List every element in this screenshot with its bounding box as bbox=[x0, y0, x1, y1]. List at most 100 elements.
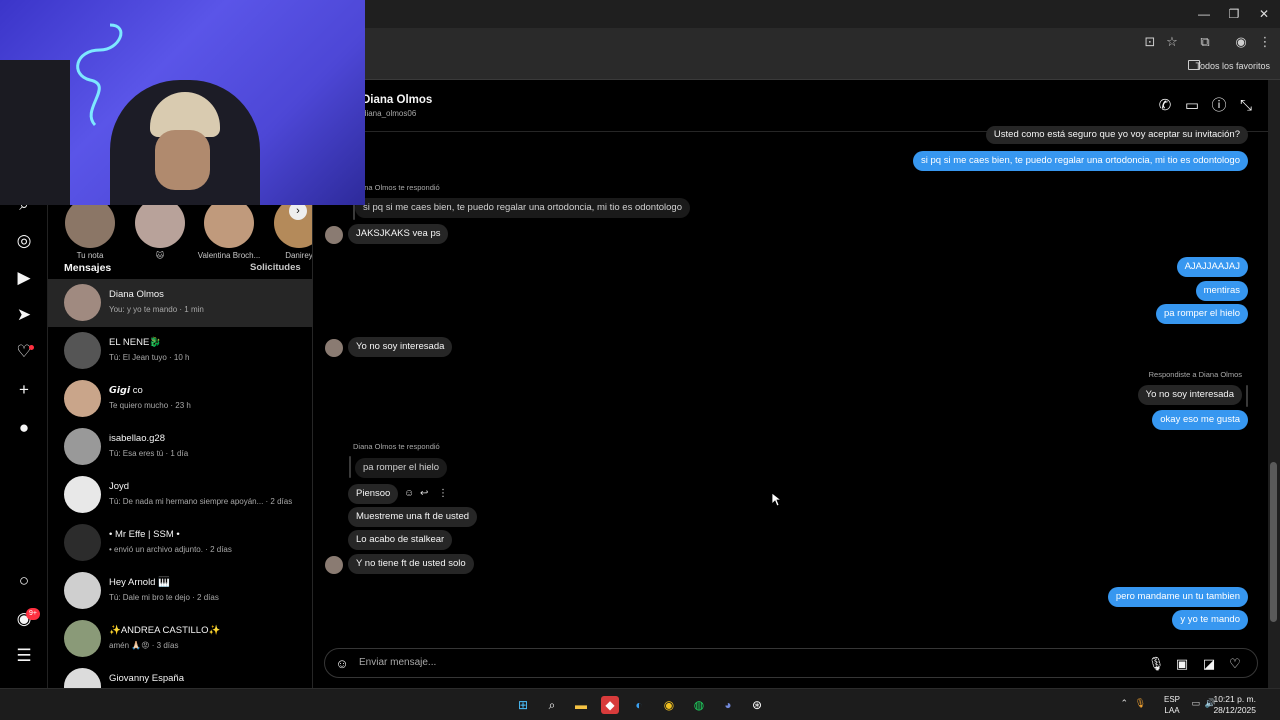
tray-overflow-icon[interactable]: ⌃ bbox=[1120, 698, 1128, 709]
avatar bbox=[64, 572, 101, 609]
menu-hamburger-icon[interactable]: ☰ bbox=[12, 644, 36, 668]
quoted-message[interactable]: pa romper el hielo bbox=[355, 458, 448, 478]
create-icon[interactable]: + bbox=[12, 378, 36, 402]
language-indicator[interactable]: ESP LAA bbox=[1164, 694, 1180, 716]
conversation-item[interactable]: isabellao.g28 Tú: Esa eres tú · 1 día bbox=[48, 423, 312, 471]
all-bookmarks-link[interactable]: Todos los favoritos bbox=[1195, 61, 1270, 71]
system-clock[interactable]: 10:21 p. m. 28/12/2025 bbox=[1213, 694, 1256, 716]
message-input[interactable] bbox=[359, 657, 1059, 668]
spotify-icon[interactable]: ◍ bbox=[690, 696, 708, 714]
conversation-item[interactable]: Joyd Tú: De nada mi hermano siempre apoy… bbox=[48, 471, 312, 519]
app-red-icon[interactable]: ◆ bbox=[601, 696, 619, 714]
windows-taskbar: ⊞ ⌕ ▬ ◆ ◐ ◉ ◍ ◕ ⊛ ⌃ 🎙 ESP LAA ▭ 🔊 10:21 … bbox=[0, 688, 1280, 720]
profile-icon[interactable]: ◉ bbox=[1232, 33, 1250, 51]
more-options-icon[interactable]: ⋮ bbox=[438, 488, 448, 499]
reply-arrow-icon[interactable]: ↩ bbox=[420, 488, 428, 499]
conversation-item[interactable]: Giovanny España bbox=[48, 663, 312, 688]
message-bubble[interactable]: y yo te mando bbox=[1172, 610, 1248, 630]
conversation-name: isabellao.g28 bbox=[109, 433, 165, 444]
message-composer: ☺ 🎙 ▣ ◪ ♡ bbox=[324, 648, 1258, 678]
message-bubble[interactable]: AJAJJAAJAJ bbox=[1176, 257, 1248, 277]
emoji-icon[interactable]: ☺ bbox=[333, 655, 351, 673]
minimize-button[interactable]: — bbox=[1190, 4, 1218, 24]
conversation-item[interactable]: Diana Olmos You: y yo te mando · 1 min bbox=[48, 279, 312, 327]
reels-icon[interactable]: ▶ bbox=[12, 266, 36, 290]
network-icon[interactable]: ▭ bbox=[1191, 698, 1200, 709]
conversation-item[interactable]: • Mr Effe | SSM • • envió un archivo adj… bbox=[48, 519, 312, 567]
edge-icon[interactable]: ◐ bbox=[630, 696, 648, 714]
story-item[interactable]: Valentina Broch... bbox=[194, 198, 264, 260]
conversation-item[interactable]: EL NENE🐉 Tú: El Jean tuyo · 10 h bbox=[48, 327, 312, 375]
message-bubble[interactable]: Lo acabo de stalkear bbox=[348, 530, 453, 550]
message-bubble[interactable]: JAKSJKAKS vea ps bbox=[348, 224, 449, 244]
explore-icon[interactable]: ◎ bbox=[12, 229, 36, 253]
collapse-icon[interactable]: ⤡ bbox=[1237, 97, 1255, 115]
quoted-message[interactable]: si pq si me caes bien, te puedo regalar … bbox=[355, 198, 690, 218]
clock-date: 28/12/2025 bbox=[1213, 705, 1256, 715]
microphone-tray-icon[interactable]: 🎙 bbox=[1135, 698, 1146, 709]
conversation-preview: amén 🙏🏻😡 · 3 días bbox=[109, 641, 179, 650]
phone-icon[interactable]: ✆ bbox=[1156, 97, 1174, 115]
chat-contact-username: diana_olmos06 bbox=[362, 109, 417, 118]
chat-contact-name[interactable]: Diana Olmos bbox=[362, 94, 432, 106]
close-window-button[interactable]: ✕ bbox=[1250, 4, 1278, 24]
windows-start-icon[interactable]: ⊞ bbox=[514, 696, 532, 714]
conversation-preview: You: y yo te mando · 1 min bbox=[109, 305, 204, 314]
story-label: 🐱 bbox=[155, 251, 165, 260]
image-icon[interactable]: ▣ bbox=[1173, 655, 1191, 673]
reply-meta: Diana Olmos te respondió bbox=[353, 442, 440, 451]
browser-menu-icon[interactable]: ⋮ bbox=[1256, 33, 1274, 51]
avatar bbox=[64, 476, 101, 513]
maximize-button[interactable]: ❐ bbox=[1220, 4, 1248, 24]
conversation-preview: Tú: Esa eres tú · 1 día bbox=[109, 449, 189, 458]
avatar bbox=[64, 668, 101, 688]
message-bubble[interactable]: pero mandame un tu tambien bbox=[1107, 587, 1248, 607]
file-explorer-icon[interactable]: ▬ bbox=[572, 696, 590, 714]
microphone-icon[interactable]: 🎙 bbox=[1147, 655, 1165, 673]
quoted-message[interactable]: Yo no soy interesada bbox=[1137, 385, 1242, 405]
requests-link[interactable]: Solicitudes bbox=[250, 262, 301, 273]
conversation-item[interactable]: ✨ANDREA CASTILLO✨ amén 🙏🏻😡 · 3 días bbox=[48, 615, 312, 663]
conversation-name: • Mr Effe | SSM • bbox=[109, 529, 180, 540]
message-bubble[interactable]: Yo no soy interesada bbox=[348, 337, 453, 357]
message-bubble[interactable]: mentiras bbox=[1195, 281, 1248, 301]
discord-icon[interactable]: ◕ bbox=[719, 696, 737, 714]
messages-icon[interactable]: ➤ bbox=[12, 303, 36, 327]
message-bubble[interactable]: Piensoo bbox=[348, 484, 399, 504]
conversation-item[interactable]: 𝙂𝙞𝙜𝙞 co Te quiero mucho · 23 h bbox=[48, 375, 312, 423]
webcam-overlay bbox=[0, 0, 365, 205]
threads-icon[interactable]: ○ bbox=[12, 569, 36, 593]
react-emoji-icon[interactable]: ☺ bbox=[404, 488, 414, 499]
story-item[interactable]: 🐱 bbox=[125, 198, 195, 260]
info-icon[interactable]: ⓘ bbox=[1210, 97, 1228, 115]
bookmark-star-icon[interactable]: ☆ bbox=[1163, 33, 1181, 51]
search-icon[interactable]: ⌕ bbox=[543, 696, 561, 714]
notifications-heart-icon[interactable]: ♡ bbox=[12, 340, 36, 364]
message-bubble[interactable]: pa romper el hielo bbox=[1155, 304, 1248, 324]
extensions-icon[interactable]: ⧉ bbox=[1196, 33, 1214, 51]
message-bubble[interactable]: Muestreme una ft de usted bbox=[348, 507, 478, 527]
streamer-face bbox=[155, 130, 210, 190]
chrome-icon[interactable]: ◉ bbox=[660, 696, 678, 714]
chat-panel: Diana Olmos diana_olmos06 ✆ ▭ ⓘ ⤡ Usted … bbox=[313, 80, 1268, 688]
message-bubble[interactable]: si pq si me caes bien, te puedo regalar … bbox=[913, 151, 1248, 171]
contact-mini-avatar bbox=[325, 339, 343, 357]
contact-mini-avatar bbox=[325, 226, 343, 244]
avatar bbox=[64, 524, 101, 561]
story-item[interactable]: Tu nota bbox=[55, 198, 125, 260]
sticker-icon[interactable]: ◪ bbox=[1200, 655, 1218, 673]
install-app-icon[interactable]: ⊡ bbox=[1141, 33, 1159, 51]
chat-scrollbar[interactable] bbox=[1268, 80, 1280, 688]
reply-meta: Respondiste a Diana Olmos bbox=[1148, 370, 1242, 379]
profile-avatar-icon[interactable]: ● bbox=[12, 416, 36, 440]
conversation-item[interactable]: Hey Arnold 🎹 Tú: Dale mi bro te dejo · 2… bbox=[48, 567, 312, 615]
message-bubble[interactable]: okay eso me gusta bbox=[1152, 410, 1248, 430]
message-bubble[interactable]: Y no tiene ft de usted solo bbox=[348, 554, 474, 574]
reply-indicator bbox=[349, 456, 351, 478]
scrollbar-thumb[interactable] bbox=[1270, 462, 1277, 622]
steam-icon[interactable]: ⊛ bbox=[748, 696, 766, 714]
video-call-icon[interactable]: ▭ bbox=[1183, 97, 1201, 115]
message-bubble[interactable]: Usted como está seguro que yo voy acepta… bbox=[985, 126, 1248, 144]
like-heart-icon[interactable]: ♡ bbox=[1226, 655, 1244, 673]
avatar bbox=[64, 620, 101, 657]
